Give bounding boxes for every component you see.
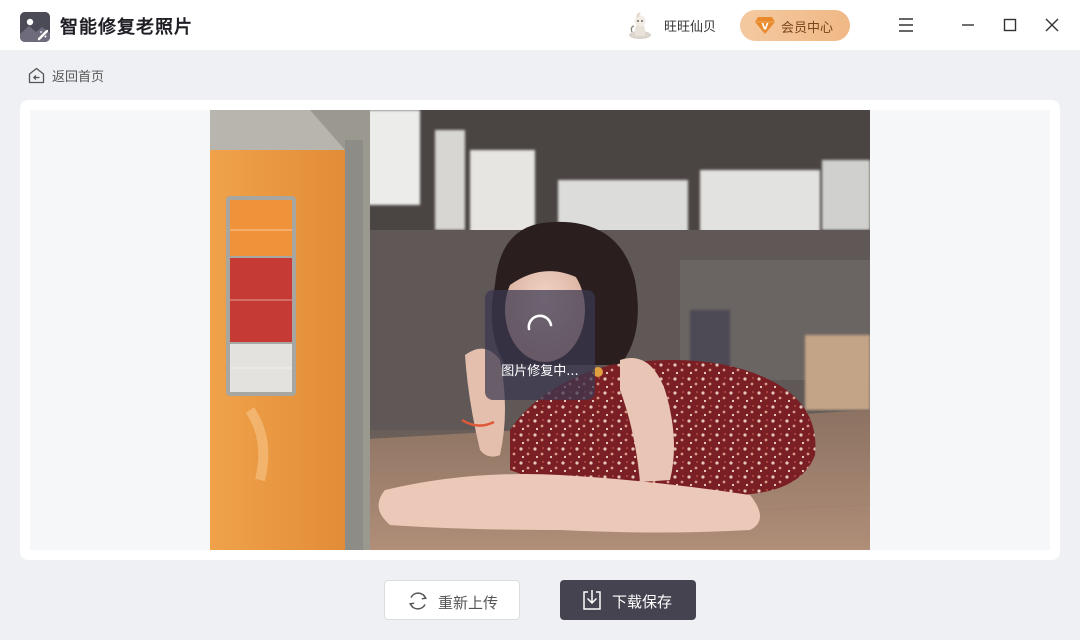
loading-spinner-icon [527, 314, 553, 331]
download-icon [583, 590, 601, 610]
minimize-icon[interactable] [956, 13, 980, 37]
vip-center-button[interactable]: V 会员中心 [740, 10, 850, 41]
back-home-label: 返回首页 [52, 69, 105, 85]
download-save-button[interactable]: 下载保存 [560, 580, 696, 620]
home-icon [28, 67, 45, 83]
svg-text:V: V [762, 23, 769, 33]
vip-diamond-icon: V [755, 17, 775, 34]
reupload-label: 重新上传 [438, 594, 499, 612]
preview-canvas: 图片修复中... [30, 110, 1050, 550]
title-bar: 智能修复老照片 旺旺仙贝 V 会员中心 [0, 0, 1080, 50]
photo-magic-icon [20, 12, 50, 42]
app-title: 智能修复老照片 [60, 17, 193, 38]
refresh-icon [408, 592, 428, 610]
user-name[interactable]: 旺旺仙贝 [664, 16, 716, 35]
download-save-label: 下载保存 [612, 593, 673, 611]
preview-panel: 图片修复中... [20, 100, 1060, 560]
vip-center-label: 会员中心 [781, 21, 834, 36]
avatar[interactable] [626, 10, 654, 40]
menu-icon[interactable] [894, 13, 918, 37]
close-icon[interactable] [1040, 13, 1064, 37]
loading-overlay: 图片修复中... [485, 290, 595, 400]
back-home-link[interactable]: 返回首页 [27, 64, 104, 86]
reupload-button[interactable]: 重新上传 [384, 580, 520, 620]
maximize-icon[interactable] [998, 13, 1022, 37]
loading-status-text: 图片修复中... [501, 364, 579, 379]
